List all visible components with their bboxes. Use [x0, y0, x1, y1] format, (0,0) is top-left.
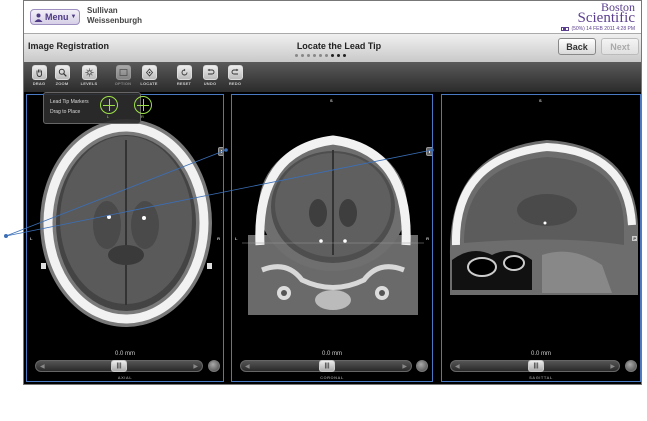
lead-tip-marker-left[interactable]: L — [100, 96, 118, 119]
tool-label: RESET — [176, 81, 192, 86]
lead-tip-markers-popover: Lead Tip Markers Drag to Place L R — [43, 92, 152, 124]
reset-icon — [176, 65, 192, 80]
callout-anchor-dot — [4, 234, 8, 238]
slice-distance: 0.0 mm — [321, 351, 342, 357]
step-dot — [295, 54, 298, 57]
zoom-tool[interactable]: ZOOM — [51, 65, 73, 86]
slider-right-arrow-icon[interactable]: ▶ — [193, 363, 198, 370]
undo-icon — [202, 65, 218, 80]
step-title: Locate the Lead Tip — [296, 41, 382, 51]
option-tool[interactable]: OPTION — [112, 65, 134, 86]
back-button[interactable]: Back — [558, 38, 596, 55]
tool-label: LEVELS — [80, 81, 98, 86]
slice-slider[interactable]: ◀ ||| ▶ — [240, 360, 412, 372]
step-dot — [331, 54, 334, 57]
hand-icon — [31, 65, 47, 80]
slider-right-arrow-icon[interactable]: ▶ — [402, 363, 407, 370]
levels-tool[interactable]: LEVELS — [78, 65, 100, 86]
step-dot — [307, 54, 310, 57]
redo-tool[interactable]: REDO — [224, 65, 246, 86]
view-name: SAGITTAL — [529, 375, 553, 380]
axial-view[interactable]: L R 0.0 mm ◀ ||| ▶ AXIAL — [26, 94, 224, 382]
marker-label: R — [141, 114, 144, 119]
menu-button[interactable]: Menu ▼ — [30, 9, 80, 25]
slice-slider[interactable]: ◀ ||| ▶ — [450, 360, 620, 372]
slider-thumb[interactable]: ||| — [111, 360, 127, 372]
title-bar: Image Registration Locate the Lead Tip B… — [24, 33, 641, 63]
patient-last-name: Weissenburgh — [87, 16, 142, 25]
brand-line-2: Scientific — [577, 10, 635, 26]
view-options-knob[interactable] — [208, 360, 220, 372]
marker-label: L — [107, 114, 110, 119]
patient-name: Sullivan Weissenburgh — [87, 6, 142, 26]
step-dot — [301, 54, 304, 57]
slider-left-arrow-icon[interactable]: ◀ — [40, 363, 45, 370]
step-dot — [319, 54, 322, 57]
lead-tip-marker-right[interactable]: R — [134, 96, 152, 119]
drag-tool[interactable]: DRAG — [28, 65, 50, 86]
tool-label: UNDO — [203, 81, 217, 86]
patient-first-name: Sullivan — [87, 6, 118, 15]
coronal-ct-image — [242, 135, 424, 315]
slice-slider[interactable]: ◀ ||| ▶ — [35, 360, 203, 372]
tooltip-line-2: Drag to Place — [50, 109, 81, 115]
orientation-right: R — [217, 236, 220, 241]
toolbar: DRAG ZOOM LEVELS OPTION LOCATE RESET UND… — [24, 62, 641, 92]
tool-label: DRAG — [32, 81, 46, 86]
step-dot — [337, 54, 340, 57]
app-window: Menu ▼ Sullivan Weissenburgh Boston Scie… — [23, 0, 642, 385]
sagittal-view[interactable]: S P 0.0 mm ◀ ||| ▶ SAGITTAL — [441, 94, 641, 382]
app-header: Menu ▼ Sullivan Weissenburgh Boston Scie… — [24, 1, 641, 33]
redo-icon — [227, 65, 243, 80]
menu-label: Menu — [45, 12, 69, 22]
orientation-top: S — [539, 98, 542, 103]
locate-tool[interactable]: LOCATE — [138, 65, 160, 86]
next-button[interactable]: Next — [601, 38, 639, 55]
orientation-left: L — [235, 236, 238, 241]
status-text: (50%) 14 FEB 2011 4:28 PM — [571, 26, 635, 32]
orientation-right: R — [426, 236, 429, 241]
magnifier-icon — [54, 65, 70, 80]
user-icon — [34, 13, 43, 22]
view-options-knob[interactable] — [416, 360, 428, 372]
slider-left-arrow-icon[interactable]: ◀ — [245, 363, 250, 370]
slider-right-arrow-icon[interactable]: ▶ — [610, 363, 615, 370]
view-resize-handle[interactable] — [218, 147, 223, 156]
step-dot — [343, 54, 346, 57]
image-icon — [115, 65, 131, 80]
slider-thumb[interactable]: ||| — [319, 360, 335, 372]
view-resize-handle[interactable] — [426, 147, 432, 156]
coronal-view[interactable]: S L R 0.0 mm ◀ ||| ▶ CORONAL — [231, 94, 433, 382]
slice-distance: 0.0 mm — [114, 351, 135, 357]
tool-label: LOCATE — [140, 81, 158, 86]
tooltip-line-1: Lead Tip Markers — [50, 99, 89, 105]
brand-logo: Boston Scientific — [577, 1, 635, 26]
view-name: CORONAL — [320, 375, 344, 380]
status-bar: (50%) 14 FEB 2011 4:28 PM — [561, 26, 635, 32]
sagittal-ct-image — [449, 140, 638, 295]
locate-icon — [141, 65, 157, 80]
tool-label: ZOOM — [55, 81, 69, 86]
step-dot — [313, 54, 316, 57]
step-dot — [325, 54, 328, 57]
tool-label: OPTION — [114, 81, 132, 86]
undo-tool[interactable]: UNDO — [199, 65, 221, 86]
view-name: AXIAL — [117, 375, 133, 380]
orientation-top: S — [330, 98, 333, 103]
view-options-knob[interactable] — [625, 360, 637, 372]
step-indicator — [295, 54, 346, 57]
slider-thumb[interactable]: ||| — [528, 360, 544, 372]
orientation-left: L — [30, 236, 33, 241]
chevron-down-icon: ▼ — [70, 14, 77, 20]
slice-distance: 0.0 mm — [530, 351, 551, 357]
tool-label: REDO — [228, 81, 242, 86]
page-title: Image Registration — [28, 41, 110, 51]
orientation-right: P — [632, 236, 637, 241]
sun-icon — [81, 65, 97, 80]
battery-icon — [561, 27, 570, 31]
slider-left-arrow-icon[interactable]: ◀ — [455, 363, 460, 370]
reset-tool[interactable]: RESET — [173, 65, 195, 86]
axial-ct-image — [40, 119, 212, 327]
